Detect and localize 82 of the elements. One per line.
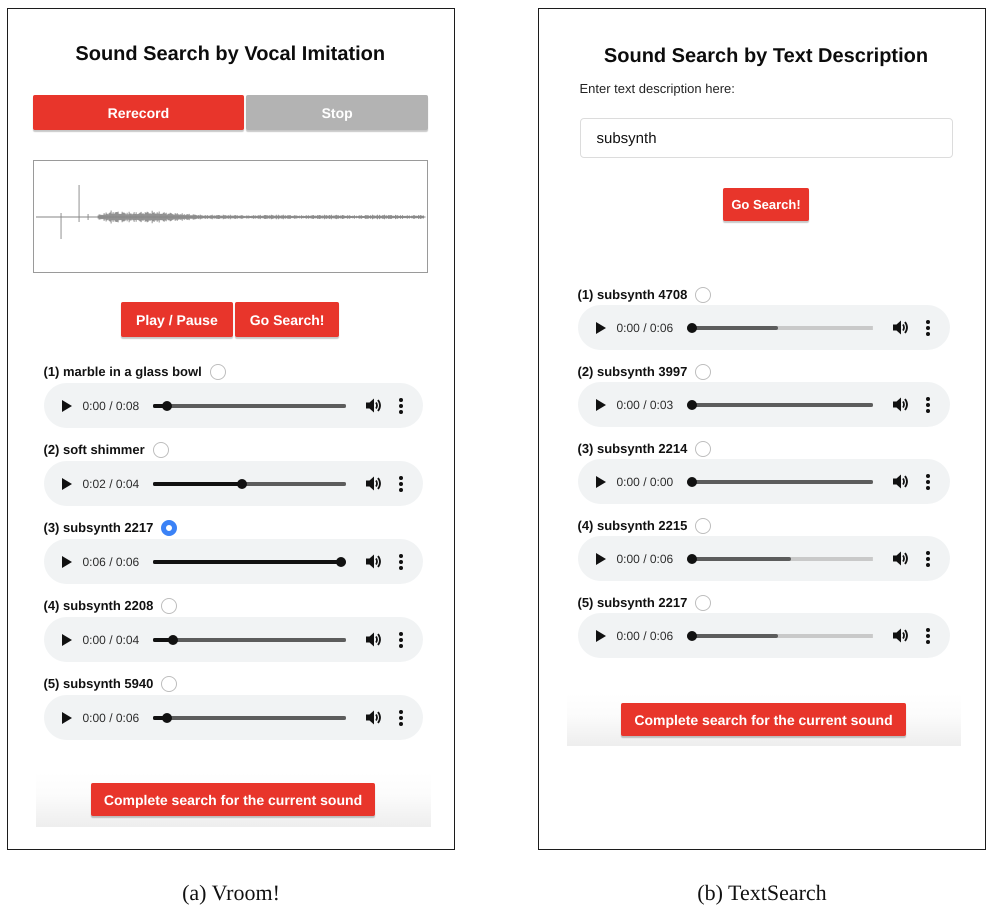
playback-time: 0:00 / 0:06: [82, 710, 140, 724]
radio-button[interactable]: [210, 364, 226, 380]
playback-time: 0:06 / 0:06: [82, 554, 140, 568]
playback-time: 0:00 / 0:08: [82, 398, 140, 412]
field-label: Enter text description here:: [580, 81, 735, 97]
volume-icon[interactable]: [366, 476, 382, 491]
radio-button[interactable]: [152, 442, 169, 458]
radio-button[interactable]: [695, 287, 712, 303]
more-options-icon[interactable]: [926, 474, 930, 490]
volume-icon[interactable]: [893, 551, 909, 566]
search-button[interactable]: Go Search!: [723, 188, 809, 221]
playback-time: 0:00 / 0:04: [82, 632, 140, 646]
slider-thumb[interactable]: [687, 630, 698, 640]
playback-time: 0:00 / 0:06: [616, 320, 674, 334]
radio-button[interactable]: [695, 441, 712, 457]
playback-time: 0:00 / 0:00: [616, 474, 674, 488]
play-icon[interactable]: [62, 400, 72, 412]
play-icon[interactable]: [62, 556, 72, 568]
search-field[interactable]: subsynth: [580, 118, 952, 158]
result-title: (5) subsynth 5940: [44, 676, 154, 692]
more-options-icon[interactable]: [399, 398, 403, 414]
more-options-icon[interactable]: [926, 628, 930, 644]
slider-thumb[interactable]: [687, 322, 698, 332]
more-options-icon[interactable]: [399, 554, 403, 570]
more-options-icon[interactable]: [926, 396, 930, 412]
more-options-icon[interactable]: [399, 632, 403, 648]
volume-icon[interactable]: [893, 397, 909, 412]
slider-thumb[interactable]: [168, 634, 178, 644]
radio-button[interactable]: [695, 518, 712, 534]
app-title: Sound Search by Text Description: [604, 44, 928, 69]
result-title: (2) soft shimmer: [44, 442, 145, 458]
play-pause-button[interactable]: Play / Pause: [121, 302, 233, 337]
radio-button[interactable]: [695, 595, 712, 611]
app-title: Sound Search by Vocal Imitation: [75, 42, 386, 67]
result-title: (1) subsynth 4708: [578, 287, 688, 303]
play-icon[interactable]: [62, 712, 72, 724]
complete-search-button[interactable]: Complete search for the current sound: [90, 783, 376, 816]
volume-icon[interactable]: [893, 320, 909, 335]
play-icon[interactable]: [596, 322, 606, 334]
play-icon[interactable]: [62, 478, 72, 490]
play-icon[interactable]: [596, 476, 606, 488]
slider-thumb[interactable]: [336, 556, 346, 566]
more-options-icon[interactable]: [399, 476, 403, 492]
playback-time: 0:02 / 0:04: [82, 476, 140, 490]
volume-icon[interactable]: [893, 474, 909, 489]
slider-thumb[interactable]: [687, 554, 698, 564]
slider-thumb[interactable]: [687, 476, 698, 486]
more-options-icon[interactable]: [926, 320, 930, 336]
volume-icon[interactable]: [366, 554, 382, 569]
search-button[interactable]: Go Search!: [234, 302, 340, 337]
radio-button[interactable]: [695, 364, 712, 380]
result-title: (1) marble in a glass bowl: [44, 364, 202, 380]
complete-search-button[interactable]: Complete search for the current sound: [621, 703, 906, 736]
play-icon[interactable]: [596, 630, 606, 642]
radio-button[interactable]: [161, 676, 178, 692]
result-title: (4) subsynth 2208: [44, 598, 154, 614]
volume-icon[interactable]: [366, 632, 382, 647]
rerecord-button[interactable]: Rerecord: [32, 95, 244, 130]
slider-thumb[interactable]: [162, 400, 172, 410]
result-title: (2) subsynth 3997: [578, 364, 688, 380]
playback-time: 0:00 / 0:06: [616, 552, 674, 566]
slider-thumb[interactable]: [687, 400, 698, 410]
slider-thumb[interactable]: [162, 712, 172, 722]
radio-button[interactable]: [161, 520, 178, 536]
result-title: (4) subsynth 2215: [578, 518, 688, 534]
play-icon[interactable]: [62, 634, 72, 646]
result-title: (3) subsynth 2217: [44, 520, 154, 536]
playback-time: 0:00 / 0:03: [616, 398, 674, 412]
result-title: (5) subsynth 2217: [578, 595, 688, 611]
more-options-icon[interactable]: [926, 550, 930, 566]
figure-caption: (b) TextSearch: [697, 880, 827, 906]
volume-icon[interactable]: [366, 710, 382, 725]
playback-time: 0:00 / 0:06: [616, 628, 674, 642]
play-icon[interactable]: [596, 552, 606, 564]
radio-button[interactable]: [161, 598, 178, 614]
volume-icon[interactable]: [366, 398, 382, 413]
volume-icon[interactable]: [893, 628, 909, 643]
result-title: (3) subsynth 2214: [578, 441, 688, 457]
figure-caption: (a) Vroom!: [182, 880, 280, 906]
play-icon[interactable]: [596, 398, 606, 410]
slider-thumb[interactable]: [237, 478, 248, 488]
more-options-icon[interactable]: [399, 710, 403, 726]
